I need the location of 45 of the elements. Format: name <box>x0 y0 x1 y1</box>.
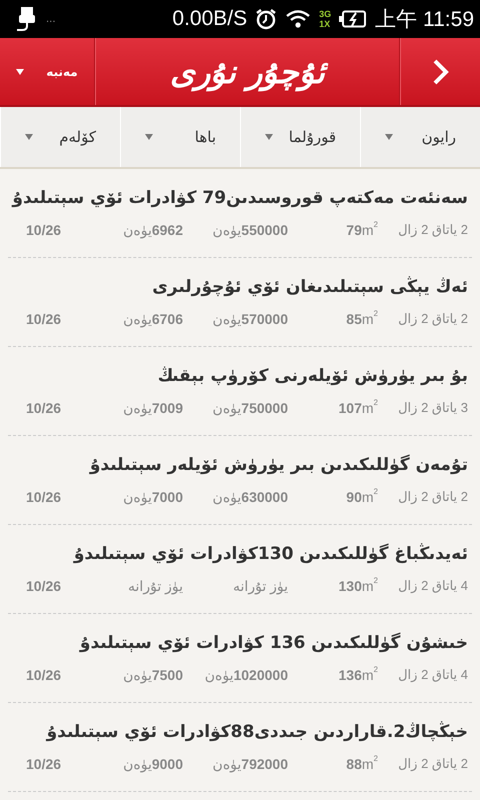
room-count: 4 ياتاق 2 زال <box>397 578 468 594</box>
post-date: 10/26 <box>26 756 62 772</box>
floor-area: 107m$^{2}$ <box>288 400 378 416</box>
floor-area: 136m$^{2}$ <box>288 666 378 684</box>
listing-title: سەنئەت مەكتەپ قوروسىدىن79 كۋادرات ئۆي سېتىلىدۇ <box>10 188 469 208</box>
alarm-icon <box>255 8 278 30</box>
notification-dots: ... <box>46 14 56 24</box>
dropdown-caret-icon <box>16 68 24 74</box>
dropdown-caret-icon <box>145 134 153 140</box>
room-count: 4 ياتاق 2 زال <box>397 666 468 684</box>
floor-area: 130m$^{2}$ <box>288 578 378 594</box>
listing-title: تۇمەن گۈللىكىدىن بىر يۈرۈش ئۆيلەر سېتىلىدۇ <box>88 454 469 474</box>
room-count: 3 ياتاق 2 زال <box>397 400 468 416</box>
room-count: 2 ياتاق 2 زال <box>397 488 468 506</box>
listing-title: خېڭچاڭ2.قاراردىن جىددى88كۋادرات ئۆي سېتىلىدۇ <box>45 722 469 742</box>
post-date: 10/26 <box>26 222 62 238</box>
listing-title: بۇ بىر يۈرۈش ئۆيلەرنى كۆرۈپ بېقىڭ <box>156 366 469 386</box>
dropdown-caret-icon <box>385 134 393 140</box>
source-dropdown[interactable]: مەنبە <box>0 38 95 105</box>
floor-area: 79m$^{2}$ <box>288 222 378 238</box>
chevron-right-icon <box>432 58 450 86</box>
post-date: 10/26 <box>26 578 62 594</box>
post-date: 10/26 <box>26 400 62 416</box>
listing-title: خىشۇن گۈللىكىدىن 136 كۋادرات ئۆي سېتىلىدۇ <box>78 632 469 652</box>
mobile-signal: 3G 1X <box>319 9 332 29</box>
total-price: يۈز تۇرانە <box>232 578 288 594</box>
unit-price: يۈز تۇرانە <box>127 578 183 594</box>
post-date: 10/26 <box>26 310 62 328</box>
battery-icon <box>339 10 368 28</box>
wifi-icon <box>285 9 312 29</box>
room-count: 2 ياتاق 2 زال <box>397 310 468 328</box>
listing-title: ئەڭ يېڭى سېتىلىدىغان ئۆي ئۇچۇرلىرى <box>151 276 469 296</box>
clock: 上午 11:59 <box>375 7 474 33</box>
floor-area: 90m$^{2}$ <box>288 488 378 506</box>
listing-title: ئەيدىڭباغ گۈللىكىدىن 130كۋادرات ئۆي سېتىلىدۇ <box>72 544 469 564</box>
usb-icon <box>16 6 38 32</box>
network-speed: 0.00B/S <box>172 7 248 31</box>
dropdown-caret-icon <box>25 134 33 140</box>
post-date: 10/26 <box>26 488 62 506</box>
dropdown-caret-icon <box>265 134 273 140</box>
room-count: 2 ياتاق 2 زال <box>397 756 468 772</box>
post-date: 10/26 <box>26 666 62 684</box>
room-count: 2 ياتاق 2 زال <box>397 222 468 238</box>
floor-area: 88m$^{2}$ <box>288 756 378 772</box>
floor-area: 85m$^{2}$ <box>288 310 378 328</box>
